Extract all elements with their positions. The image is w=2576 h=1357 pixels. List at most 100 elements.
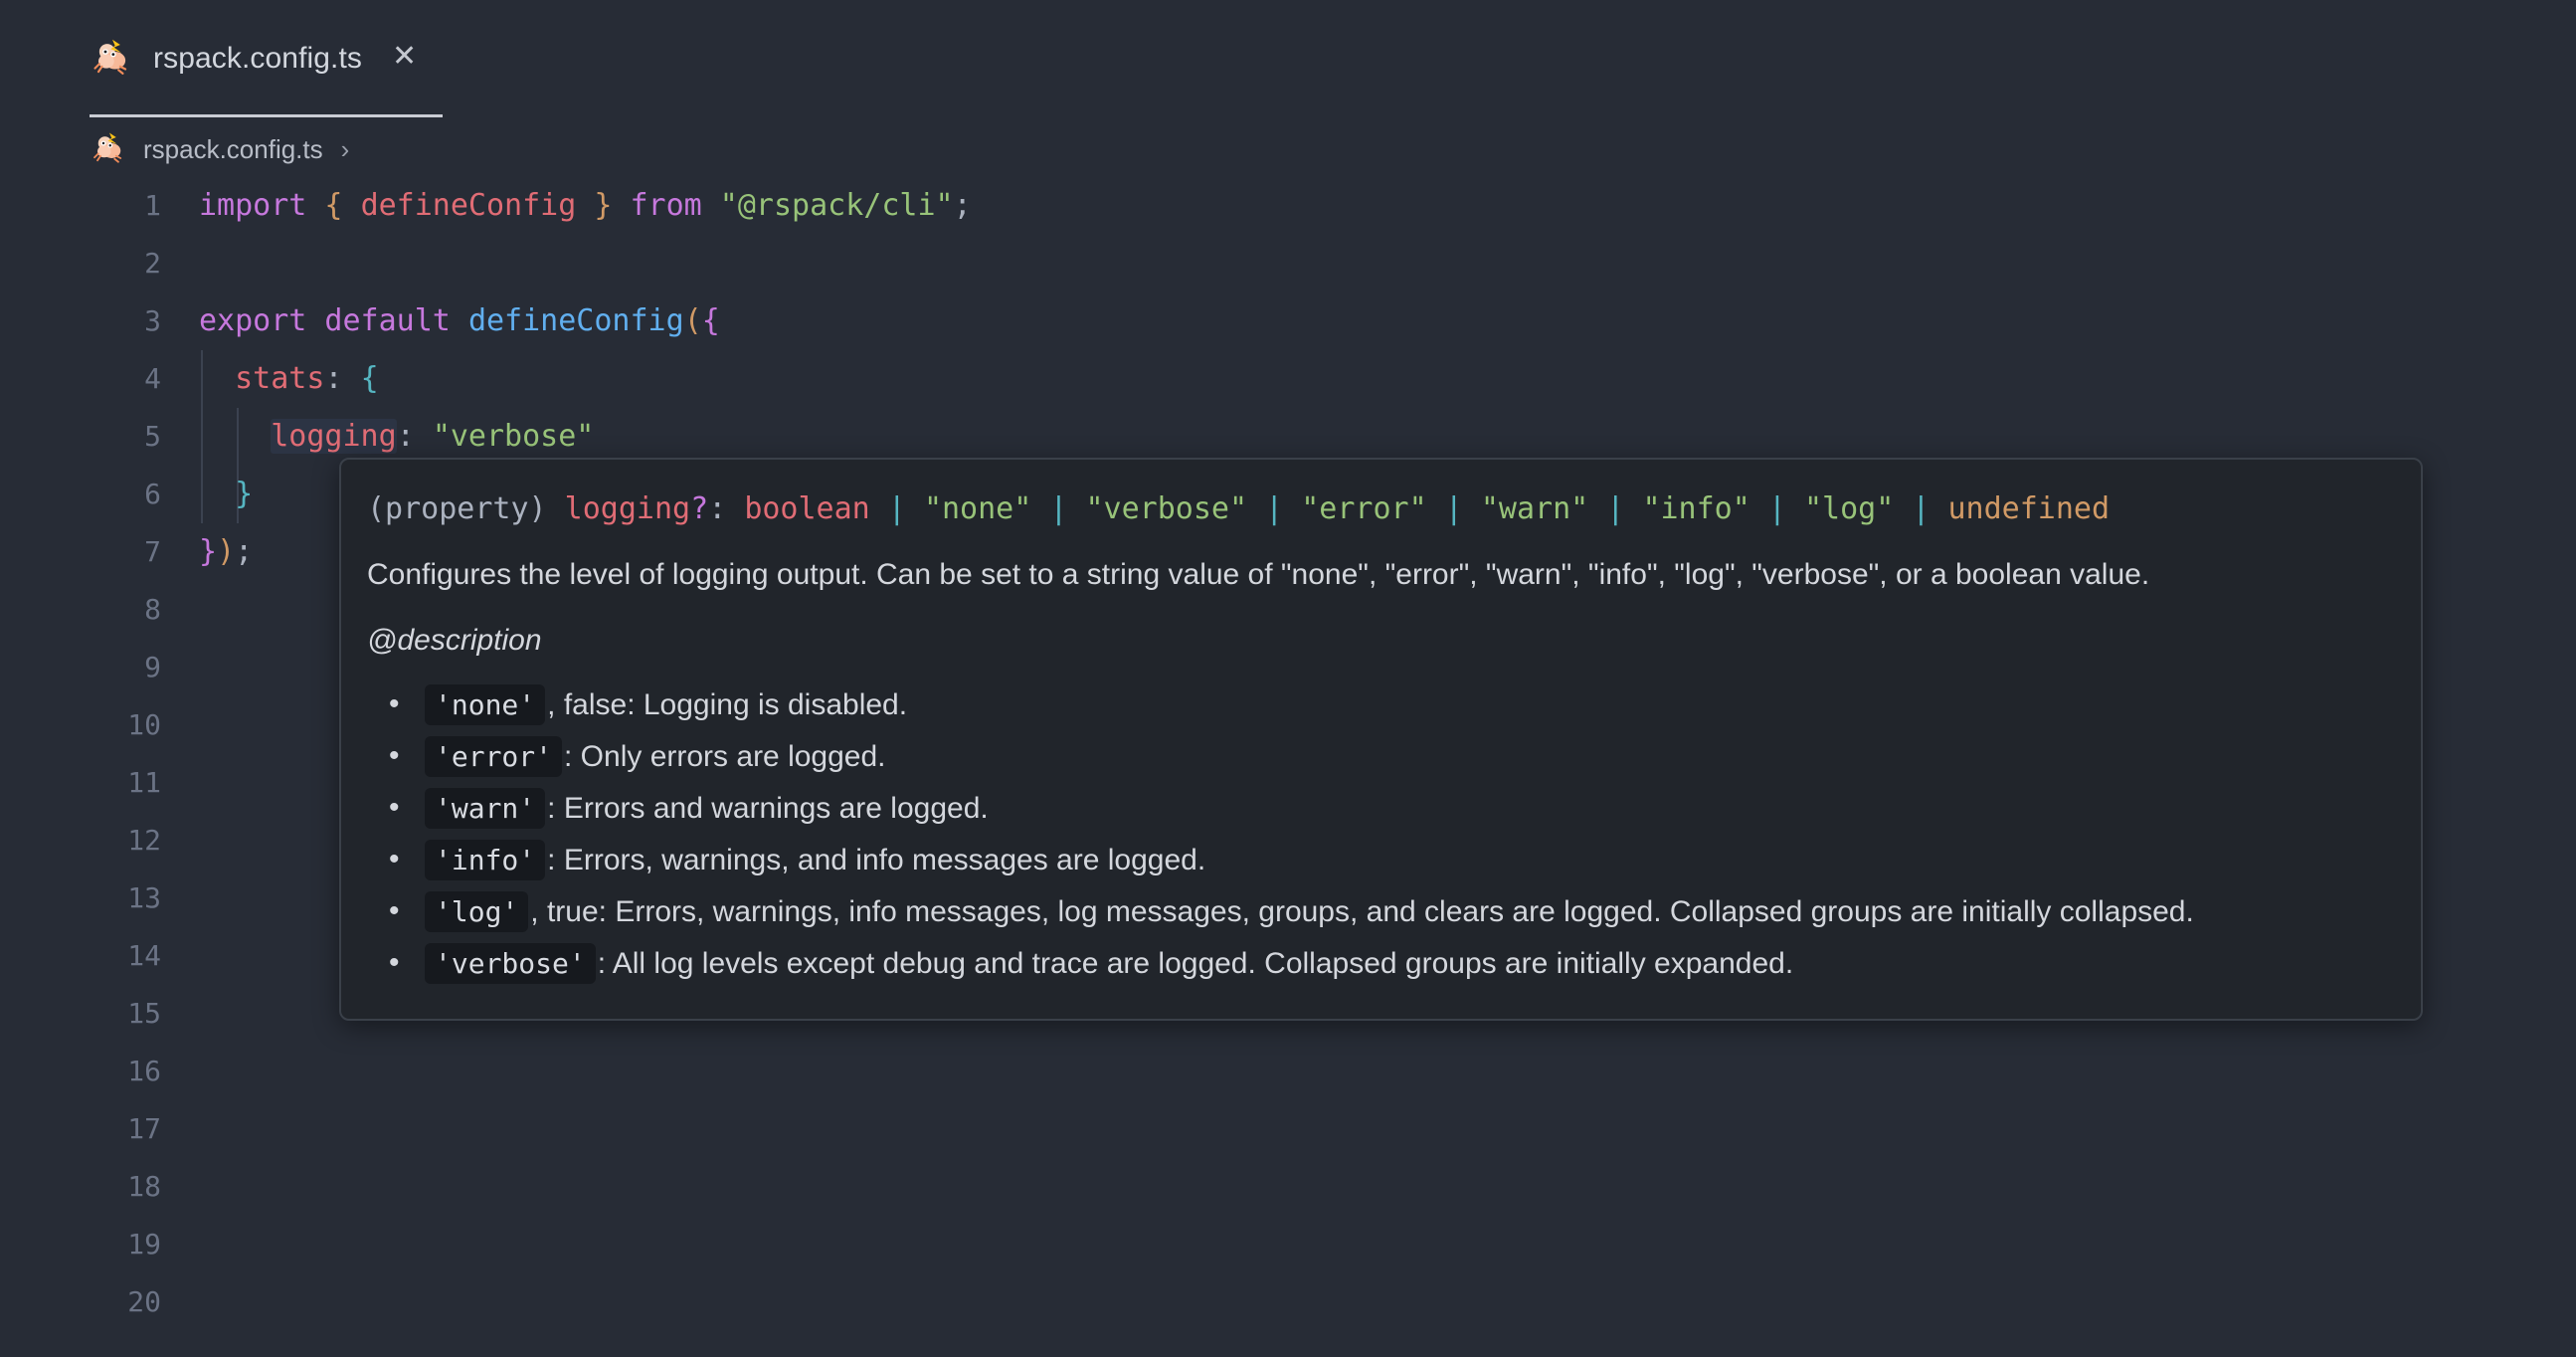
signature-kind: (property): [367, 491, 547, 526]
line-number: 18: [127, 1170, 161, 1203]
token-paren-close: ): [217, 534, 236, 569]
list-item-text: : Only errors are logged.: [564, 740, 886, 773]
list-item: 'log', true: Errors, warnings, info mess…: [367, 888, 2395, 935]
line-number: 9: [144, 651, 161, 683]
token-function-defineconfig: defineConfig: [467, 303, 684, 338]
signature-union-log: "log": [1804, 491, 1895, 526]
token-string-verbose: "verbose": [432, 419, 595, 454]
line-number: 15: [127, 997, 161, 1030]
signature-union-error: "error": [1301, 491, 1427, 526]
line-number: 13: [127, 881, 161, 914]
token-brace-open: {: [360, 361, 379, 396]
code-line: 4 stats: {: [0, 350, 2576, 408]
tab-bar: rspack.config.ts ✕: [0, 0, 2576, 119]
line-text: import { defineConfig } from "@rspack/cl…: [199, 177, 972, 235]
code-line: 20: [0, 1273, 2576, 1331]
inline-code: 'verbose': [425, 943, 596, 984]
line-number: 5: [144, 420, 161, 453]
token-keyword-default: default: [306, 303, 468, 338]
signature-optional-marker: ?: [690, 491, 709, 526]
signature-union-none: "none": [923, 491, 1032, 526]
signature-union-undefined: undefined: [1947, 491, 2111, 526]
line-number: 1: [144, 189, 161, 222]
rspack-logo-icon: [92, 38, 133, 80]
token-semicolon: ;: [235, 534, 254, 569]
token-string-module: "@rspack/cli": [701, 188, 954, 223]
line-number: 12: [127, 824, 161, 857]
list-item-text: , false: Logging is disabled.: [547, 688, 908, 721]
tooltip-value-list: 'none', false: Logging is disabled. 'err…: [367, 681, 2395, 987]
line-number: 14: [127, 939, 161, 972]
inline-code: 'log': [425, 891, 529, 932]
code-line: 17: [0, 1100, 2576, 1158]
line-text: }: [199, 466, 253, 523]
token-semicolon: ;: [953, 188, 972, 223]
breadcrumb-file-label[interactable]: rspack.config.ts: [143, 134, 323, 165]
line-number: 19: [127, 1228, 161, 1260]
line-text: export default defineConfig({: [199, 292, 720, 350]
line-number: 8: [144, 593, 161, 626]
signature-union-warn: "warn": [1480, 491, 1589, 526]
chevron-right-icon: ›: [340, 133, 350, 164]
token-keyword-from: from: [630, 188, 702, 223]
signature-name: logging: [546, 491, 691, 526]
hover-tooltip: (property) logging?: boolean | "none" | …: [339, 458, 2423, 1021]
token-colon: :: [324, 361, 361, 396]
line-number: 11: [127, 766, 161, 799]
signature-union-bar: |: [1031, 491, 1086, 526]
signature-union-bar: |: [1247, 491, 1302, 526]
token-brace-close: }: [576, 188, 631, 223]
close-icon[interactable]: ✕: [388, 36, 421, 82]
signature-base-type: boolean: [744, 491, 870, 526]
rspack-logo-icon: [92, 131, 127, 167]
signature-union-bar: |: [1894, 491, 1948, 526]
line-number: 16: [127, 1055, 161, 1087]
line-number: 3: [144, 304, 161, 337]
token-property-logging[interactable]: logging: [271, 419, 397, 454]
token-brace-open: {: [701, 303, 720, 338]
code-line: 3 export default defineConfig({: [0, 292, 2576, 350]
breadcrumb: rspack.config.ts ›: [92, 121, 349, 177]
signature-union-bar: |: [869, 491, 924, 526]
token-keyword-export: export: [199, 303, 307, 338]
token-brace-open: {: [306, 188, 361, 223]
token-colon: :: [396, 419, 433, 454]
inline-code: 'error': [425, 736, 563, 777]
list-item-text: , true: Errors, warnings, info messages,…: [530, 895, 2194, 928]
list-item: 'info': Errors, warnings, and info messa…: [367, 837, 2395, 883]
line-number: 6: [144, 478, 161, 510]
token-paren-open: (: [683, 303, 702, 338]
code-line: 1 import { defineConfig } from "@rspack/…: [0, 177, 2576, 235]
line-number: 7: [144, 535, 161, 568]
line-number: 20: [127, 1285, 161, 1318]
code-line: 16: [0, 1043, 2576, 1100]
code-line: 19: [0, 1216, 2576, 1273]
editor-window: rspack.config.ts ✕ rspack.config.ts › 1 …: [0, 0, 2576, 1357]
signature-union-bar: |: [1588, 491, 1643, 526]
inline-code: 'warn': [425, 788, 546, 829]
list-item: 'error': Only errors are logged.: [367, 733, 2395, 780]
line-number: 2: [144, 247, 161, 280]
line-number: 10: [127, 708, 161, 741]
tab-rspack-config-ts[interactable]: rspack.config.ts ✕: [0, 0, 456, 117]
token-brace-close: }: [235, 477, 254, 511]
token-identifier-defineconfig: defineConfig: [360, 188, 577, 223]
list-item: 'none', false: Logging is disabled.: [367, 681, 2395, 728]
signature-colon: :: [708, 491, 745, 526]
token-property-stats: stats: [235, 361, 325, 396]
inline-code: 'none': [425, 684, 546, 725]
signature-union-bar: |: [1426, 491, 1481, 526]
code-line: 18: [0, 1158, 2576, 1216]
token-brace-close: }: [199, 534, 218, 569]
signature-union-bar: |: [1749, 491, 1804, 526]
tooltip-signature: (property) logging?: boolean | "none" | …: [367, 484, 2395, 535]
signature-union-info: "info": [1642, 491, 1750, 526]
tooltip-jsdoc-tag: @description: [367, 624, 542, 657]
code-line: 2: [0, 235, 2576, 292]
list-item-text: : Errors and warnings are logged.: [547, 792, 989, 825]
list-item: 'warn': Errors and warnings are logged.: [367, 785, 2395, 832]
list-item-text: : Errors, warnings, and info messages ar…: [547, 844, 1206, 876]
